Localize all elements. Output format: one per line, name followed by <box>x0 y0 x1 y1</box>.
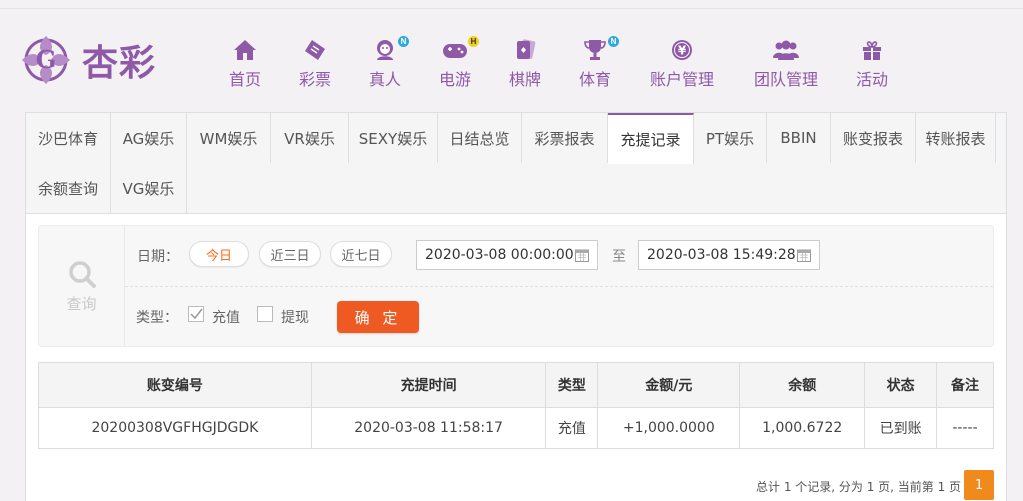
nav-home[interactable]: 首页 <box>228 38 262 90</box>
to-label: 至 <box>612 249 626 265</box>
cell-balance: 1,000.6722 <box>739 407 866 449</box>
nav-events[interactable]: 活动 <box>855 38 889 90</box>
deposit-checkbox[interactable] <box>188 306 204 322</box>
search-icon <box>68 260 96 288</box>
col-amount: 金额/元 <box>597 362 741 408</box>
page-1-button[interactable]: 1 <box>964 470 994 500</box>
start-datetime-input[interactable]: 2020-03-08 00:00:00 <box>416 240 598 270</box>
brand-logo[interactable]: G 杏彩 <box>16 32 176 88</box>
tab-lottery-report[interactable]: 彩票报表 <box>522 113 608 163</box>
check-icon <box>190 308 203 320</box>
tab-balance-query[interactable]: 余额查询 <box>26 163 111 213</box>
live-dealer-icon: N <box>371 36 409 62</box>
tab-sexy[interactable]: SEXY娱乐 <box>349 113 438 163</box>
cell-note: ----- <box>936 407 994 449</box>
end-datetime-input[interactable]: 2020-03-08 15:49:28 <box>638 240 820 270</box>
report-tabs: 沙巴体育 AG娱乐 WM娱乐 VR娱乐 SEXY娱乐 日结总览 彩票报表 充提记… <box>26 113 1006 214</box>
nav-label: 团队管理 <box>753 70 818 89</box>
tab-pt[interactable]: PT娱乐 <box>694 113 767 163</box>
nav-sports[interactable]: N 体育 <box>578 36 619 90</box>
trophy-icon: N <box>581 36 619 62</box>
nav-chess[interactable]: 棋牌 <box>508 38 542 90</box>
query-side-label: 查询 <box>66 294 97 313</box>
cell-status: 已到账 <box>864 407 938 449</box>
query-form: 查询 日期： 今日 近三日 近七日 2020-03-08 00:00:00 至 … <box>38 225 994 347</box>
cell-transaction-id: 20200308VGFHGJDGDK <box>38 407 312 449</box>
hot-badge: H <box>468 36 479 47</box>
home-icon <box>231 38 259 62</box>
table-row: 20200308VGFHGJDGDK 2020-03-08 11:58:17 充… <box>38 407 994 449</box>
team-icon <box>772 38 800 62</box>
date-label: 日期： <box>137 249 179 265</box>
query-side: 查询 <box>39 226 125 346</box>
records-table: 账变编号 充提时间 类型 金额/元 余额 状态 备注 20200308VGFHG… <box>38 362 994 449</box>
range-7-days-button[interactable]: 近七日 <box>330 241 392 267</box>
nav-slots[interactable]: H 电游 <box>438 36 479 90</box>
col-balance: 余额 <box>739 362 866 408</box>
end-datetime-value: 2020-03-08 15:49:28 <box>647 247 796 263</box>
content-panel: 沙巴体育 AG娱乐 WM娱乐 VR娱乐 SEXY娱乐 日结总览 彩票报表 充提记… <box>25 112 1007 501</box>
tab-wm[interactable]: WM娱乐 <box>187 113 271 163</box>
nav-account[interactable]: ¥ 账户管理 <box>648 38 716 90</box>
tab-daily-summary[interactable]: 日结总览 <box>438 113 522 163</box>
ticket-icon <box>301 38 329 62</box>
nav-label: 棋牌 <box>508 70 541 89</box>
tab-saba-sports[interactable]: 沙巴体育 <box>26 113 111 163</box>
col-transaction-id: 账变编号 <box>38 362 312 408</box>
tab-ag[interactable]: AG娱乐 <box>111 113 187 163</box>
new-badge: N <box>398 36 409 47</box>
table-header-row: 账变编号 充提时间 类型 金额/元 余额 状态 备注 <box>38 362 994 408</box>
nav-team[interactable]: 团队管理 <box>752 38 820 90</box>
svg-text:¥: ¥ <box>678 44 687 58</box>
calendar-icon <box>575 249 589 262</box>
range-today-button[interactable]: 今日 <box>189 241 249 267</box>
brand-name: 杏彩 <box>82 42 157 84</box>
svg-text:G: G <box>36 45 57 74</box>
cell-amount: +1,000.0000 <box>597 407 741 449</box>
new-badge: N <box>608 36 619 47</box>
nav-label: 首页 <box>228 70 261 89</box>
tab-deposit-withdraw-records[interactable]: 充提记录 <box>608 113 694 164</box>
nav-label: 电游 <box>438 70 471 89</box>
cell-type: 充值 <box>545 407 599 449</box>
gamepad-icon: H <box>441 36 479 62</box>
nav-label: 真人 <box>368 70 401 89</box>
withdraw-checkbox[interactable] <box>257 306 273 322</box>
nav-live[interactable]: N 真人 <box>368 36 409 90</box>
withdraw-label: 提现 <box>281 310 309 326</box>
top-divider <box>0 8 1023 9</box>
pagination-summary: 总计 1 个记录, 分为 1 页, 当前第 1 页 <box>756 480 962 494</box>
range-3-days-button[interactable]: 近三日 <box>259 241 321 267</box>
nav-lottery[interactable]: 彩票 <box>298 38 332 90</box>
tab-transfer-report[interactable]: 转账报表 <box>916 113 996 163</box>
type-label: 类型： <box>136 310 178 326</box>
cards-icon <box>511 38 539 62</box>
tab-vg[interactable]: VG娱乐 <box>111 163 187 213</box>
form-row-divider <box>125 286 993 287</box>
nav-label: 彩票 <box>298 70 331 89</box>
col-type: 类型 <box>545 362 599 408</box>
calendar-icon <box>797 249 811 262</box>
tab-vr[interactable]: VR娱乐 <box>271 113 349 163</box>
start-datetime-value: 2020-03-08 00:00:00 <box>425 247 574 263</box>
tab-bbin[interactable]: BBIN <box>767 113 831 163</box>
lotus-logo-icon: G <box>22 36 70 84</box>
col-time: 充提时间 <box>310 362 547 408</box>
confirm-button[interactable]: 确 定 <box>337 301 419 333</box>
col-note: 备注 <box>936 362 994 408</box>
col-status: 状态 <box>864 362 938 408</box>
cell-time: 2020-03-08 11:58:17 <box>310 407 547 449</box>
nav-label: 活动 <box>855 70 888 89</box>
nav-label: 账户管理 <box>649 70 714 89</box>
deposit-label: 充值 <box>212 310 240 326</box>
nav-label: 体育 <box>578 70 611 89</box>
yen-coin-icon: ¥ <box>668 38 696 62</box>
gift-icon <box>858 38 886 62</box>
tab-account-change-report[interactable]: 账变报表 <box>831 113 916 163</box>
